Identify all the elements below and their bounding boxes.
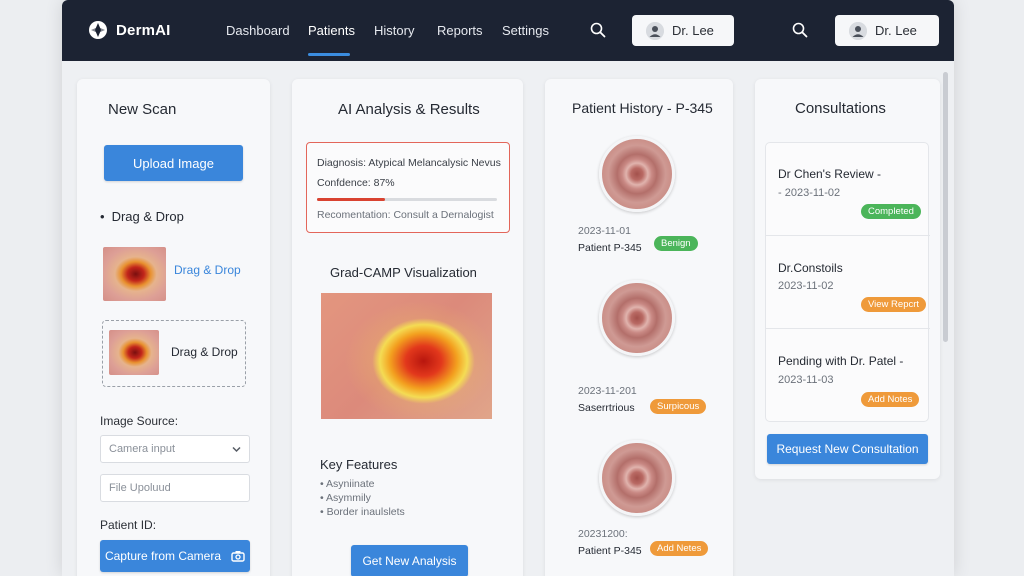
drop-zone[interactable]: Drag & Drop [102, 320, 246, 387]
key-feature-item: • Asymmily [320, 492, 371, 504]
consultation-date: 2023-11-02 [778, 280, 834, 292]
key-features-list: • Asyniinate • Asymmily • Border inaulsl… [320, 478, 405, 520]
bullet: • [100, 209, 105, 224]
file-upload-placeholder: File Upoluud [109, 482, 171, 494]
history-lesion-image[interactable] [599, 440, 675, 516]
user-icon [849, 21, 867, 40]
history-patient-name: Saserrtrious [578, 402, 635, 414]
key-feature-text: Asymmily [326, 492, 371, 504]
app-window: DermAI Dashboard Patients History Report… [62, 0, 954, 576]
confidence-bar [317, 198, 497, 201]
history-patient-name: Patient P-345 [578, 545, 642, 557]
drop-zone-thumbnail [109, 330, 159, 375]
diagnosis-result-box: Diagnosis: Atypical Melancalysic Nevus C… [306, 142, 510, 233]
consultation-item[interactable]: Pending with Dr. Patel - 2023-11-03 Add … [766, 329, 930, 421]
image-source-label: Image Source: [100, 414, 179, 428]
nav-reports[interactable]: Reports [437, 23, 483, 38]
confidence-text: Confdence: 87% [317, 177, 395, 189]
drop-zone-label: Drag & Drop [171, 345, 238, 359]
consultation-date: 2023-11-03 [778, 374, 834, 386]
search-icon[interactable] [590, 22, 606, 38]
new-scan-title: New Scan [108, 101, 177, 118]
consultation-date: - 2023-11-02 [778, 187, 841, 199]
status-badge-completed: Completed [861, 204, 921, 219]
camera-icon [231, 551, 245, 562]
key-feature-text: Asyniinate [326, 478, 375, 490]
consultation-title: Pending with Dr. Patel - [778, 354, 904, 368]
user-name: Dr. Lee [875, 23, 917, 38]
view-report-badge[interactable]: View Repcrt [861, 297, 927, 312]
confidence-bar-fill [317, 198, 386, 201]
key-feature-item: • Border inaulslets [320, 506, 405, 518]
history-date: 20231200: [578, 528, 628, 540]
user-menu-button-secondary[interactable]: Dr. Lee [835, 15, 939, 46]
diagnosis-text: Diagnosis: Atypical Melancalysic Nevus [317, 157, 501, 169]
user-icon [646, 21, 664, 40]
file-upload-input[interactable]: File Upoluud [100, 474, 250, 502]
chevron-down-icon [232, 446, 241, 453]
consultation-title: Dr.Constoils [778, 261, 843, 275]
status-badge-benign: Benign [654, 236, 698, 251]
upload-image-button[interactable]: Upload Image [104, 145, 243, 181]
key-features-title: Key Features [320, 457, 398, 472]
consultation-item[interactable]: Dr Chen's Review - - 2023-11-02 Complete… [766, 143, 930, 235]
logo-icon [89, 21, 107, 39]
recommendation-text: Recomentation: Consult a Dernalogist [317, 209, 494, 221]
gradcam-title: Grad-CAMP Visualization [330, 265, 477, 280]
drag-drop-link[interactable]: Drag & Drop [174, 263, 241, 277]
gradcam-heatmap-image[interactable] [321, 293, 492, 419]
get-new-analysis-button[interactable]: Get New Analysis [351, 545, 468, 576]
consultation-title: Dr Chen's Review - [778, 167, 881, 181]
image-source-select[interactable]: Camera input [100, 435, 250, 463]
consultation-item[interactable]: Dr.Constoils 2023-11-02 View Repcrt [766, 236, 930, 328]
app-name: DermAI [116, 21, 171, 39]
drag-drop-heading-text: Drag & Drop [111, 209, 184, 224]
drag-drop-heading: • Drag & Drop [100, 209, 184, 224]
key-feature-text: Border inaulslets [326, 506, 405, 518]
history-date: 2023-11-01 [578, 225, 631, 237]
user-name: Dr. Lee [672, 23, 714, 38]
scrollbar[interactable] [943, 72, 948, 342]
capture-from-camera-button[interactable]: Capture from Camera [100, 540, 250, 572]
ai-analysis-title: AI Analysis & Results [338, 101, 480, 118]
lesion-thumbnail[interactable] [103, 247, 166, 301]
request-new-consultation-button[interactable]: Request New Consultation [767, 434, 928, 464]
active-tab-indicator [308, 53, 350, 56]
consultations-title: Consultations [795, 100, 886, 117]
add-notes-badge[interactable]: Add Notes [861, 392, 920, 407]
consultations-card: Consultations Dr Chen's Review - - 2023-… [755, 79, 940, 479]
consultations-list: Dr Chen's Review - - 2023-11-02 Complete… [765, 142, 930, 422]
patient-id-label: Patient ID: [100, 518, 157, 532]
user-menu-button[interactable]: Dr. Lee [632, 15, 734, 46]
history-date: 2023-11-201 [578, 385, 637, 397]
history-lesion-image[interactable] [599, 136, 675, 212]
nav-dashboard[interactable]: Dashboard [226, 23, 290, 38]
history-patient-name: Patient P-345 [578, 242, 642, 254]
nav-settings[interactable]: Settings [502, 23, 549, 38]
logo[interactable]: DermAI [88, 20, 171, 40]
add-notes-badge[interactable]: Add Netes [650, 541, 709, 556]
patient-history-title: Patient History - P-345 [572, 100, 713, 116]
patient-history-card: Patient History - P-345 2023-11-01 Patie… [545, 79, 733, 576]
search-icon[interactable] [792, 22, 808, 38]
top-navbar: DermAI Dashboard Patients History Report… [62, 0, 954, 61]
new-scan-card: New Scan Upload Image • Drag & Drop Drag… [77, 79, 270, 576]
capture-button-label: Capture from Camera [104, 549, 222, 563]
ai-analysis-card: AI Analysis & Results Diagnosis: Atypica… [292, 79, 523, 576]
history-lesion-image[interactable] [599, 280, 675, 356]
status-badge-suspicious: Surpicous [650, 399, 707, 414]
image-source-value: Camera input [109, 443, 176, 455]
nav-patients[interactable]: Patients [308, 23, 355, 38]
key-feature-item: • Asyniinate [320, 478, 375, 490]
nav-history[interactable]: History [374, 23, 414, 38]
